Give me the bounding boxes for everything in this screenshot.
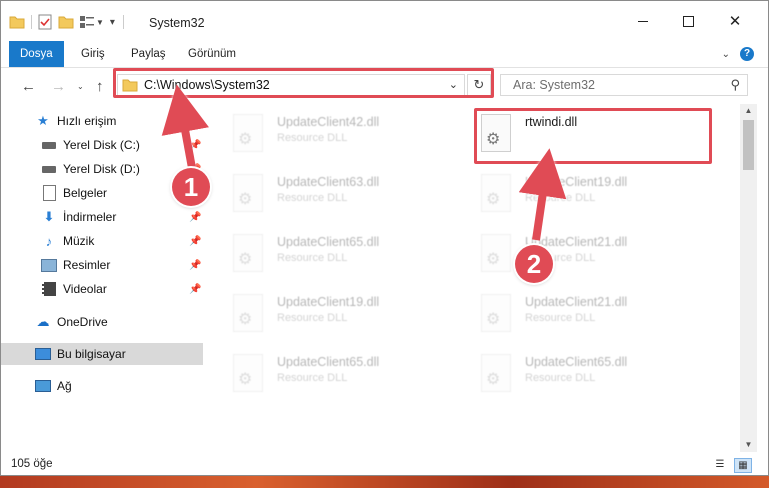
pin-icon[interactable]: 📌: [189, 212, 201, 223]
dll-file-icon: ⚙: [481, 294, 511, 332]
search-box[interactable]: ⚲: [500, 74, 748, 96]
step-1-badge: 1: [172, 168, 210, 206]
tab-share[interactable]: Paylaş: [131, 41, 166, 67]
sidebar-item-network[interactable]: Ağ: [1, 375, 203, 397]
dll-file-icon: ⚙: [233, 354, 263, 392]
status-bar: 105 öğe ☰ ▦: [1, 453, 768, 475]
pictures-icon: [41, 257, 57, 273]
file-highlight: [474, 108, 712, 164]
list-item[interactable]: ⚙ UpdateClient19.dll Resource DLL: [469, 168, 699, 216]
sidebar-item-label: Bu bilgisayar: [57, 347, 126, 361]
window-title: System32: [149, 16, 205, 30]
large-icons-view-icon[interactable]: ▦: [734, 458, 752, 473]
minimize-button[interactable]: [623, 9, 663, 33]
forward-arrow-icon[interactable]: →: [51, 78, 66, 95]
computer-icon: [35, 346, 51, 362]
list-item[interactable]: ⚙ UpdateClient63.dll Resource DLL: [221, 168, 451, 216]
folder-icon[interactable]: [9, 15, 25, 29]
drive-icon: [41, 161, 57, 177]
back-arrow-icon[interactable]: ←: [21, 78, 36, 95]
ribbon-tabs: Dosya Giriş Paylaş Görünüm ⌄ ?: [1, 41, 768, 67]
sidebar-item-label: Yerel Disk (C:): [63, 138, 140, 152]
sidebar-item-label: Videolar: [63, 282, 107, 296]
recent-locations-icon[interactable]: ⌄: [77, 82, 84, 91]
search-icon[interactable]: ⚲: [730, 77, 740, 93]
new-folder-icon[interactable]: [58, 15, 74, 29]
list-item[interactable]: ⚙ UpdateClient21.dll Resource DLL: [469, 288, 699, 336]
vertical-scrollbar[interactable]: ▲ ▼: [740, 104, 757, 452]
desktop-background: [0, 476, 769, 488]
sidebar-item-label: OneDrive: [57, 315, 108, 329]
details-view-icon[interactable]: ☰: [712, 458, 728, 471]
title-bar: ▼ ▾ System32 ✕: [1, 1, 768, 41]
tab-home[interactable]: Giriş: [81, 41, 105, 67]
pin-icon[interactable]: 📌: [189, 260, 201, 271]
list-item[interactable]: ⚙ UpdateClient65.dll Resource DLL: [221, 228, 451, 276]
close-icon: ✕: [728, 13, 742, 30]
pin-icon[interactable]: 📌: [189, 284, 201, 295]
pin-icon[interactable]: 📌: [189, 140, 201, 151]
search-input[interactable]: [511, 77, 715, 93]
customize-toolbar-icon[interactable]: ▾: [110, 17, 115, 28]
maximize-icon: [682, 15, 694, 27]
close-button[interactable]: ✕: [715, 9, 755, 33]
dll-file-icon: ⚙: [481, 354, 511, 392]
sidebar-item-label: Hızlı erişim: [57, 114, 117, 128]
sidebar-item-label: Belgeler: [63, 186, 108, 200]
view-options-icon[interactable]: [80, 16, 94, 28]
dll-file-icon: ⚙: [481, 174, 511, 212]
list-item[interactable]: ⚙ UpdateClient19.dll Resource DLL: [221, 288, 451, 336]
videos-icon: [41, 281, 57, 297]
download-icon: ⬇: [43, 209, 55, 224]
list-item[interactable]: ⚙ UpdateClient65.dll Resource DLL: [469, 348, 699, 396]
up-arrow-icon[interactable]: ↑: [96, 78, 104, 95]
properties-icon[interactable]: [38, 14, 52, 30]
tab-file[interactable]: Dosya: [9, 41, 64, 67]
dll-file-icon: ⚙: [233, 294, 263, 332]
sidebar-item-label: Resimler: [63, 258, 111, 272]
drive-icon: [41, 137, 57, 153]
item-count: 105 öğe: [11, 458, 53, 470]
dll-file-icon: ⚙: [233, 114, 263, 152]
expand-ribbon-icon[interactable]: ⌄: [722, 49, 730, 60]
ribbon-controls: ⌄ ?: [722, 47, 754, 61]
sidebar-item-label: Yerel Disk (D:): [63, 162, 140, 176]
chevron-down-icon[interactable]: ▼: [96, 18, 104, 27]
sidebar-item-this-pc[interactable]: Bu bilgisayar: [1, 343, 203, 365]
dll-file-icon: ⚙: [233, 174, 263, 212]
sidebar-item-label: Müzik: [63, 234, 95, 248]
network-icon: [35, 378, 51, 394]
scrollbar-thumb[interactable]: [743, 120, 754, 170]
scroll-down-icon[interactable]: ▼: [740, 438, 757, 452]
tab-view[interactable]: Görünüm: [188, 41, 236, 67]
documents-icon: [41, 185, 57, 201]
sidebar-item-label: Ağ: [57, 379, 72, 393]
pin-icon[interactable]: 📌: [189, 236, 201, 247]
list-item[interactable]: ⚙ UpdateClient65.dll Resource DLL: [221, 348, 451, 396]
star-icon: ★: [37, 113, 49, 128]
sidebar-item-quick-access[interactable]: ★ Hızlı erişim: [35, 110, 237, 132]
dll-file-icon: ⚙: [233, 234, 263, 272]
quick-access-toolbar: ▼ ▾: [9, 13, 124, 31]
list-item[interactable]: ⚙ UpdateClient21.dll Resource DLL: [469, 228, 699, 276]
list-item[interactable]: ⚙ UpdateClient42.dll Resource DLL: [221, 108, 451, 156]
minimize-icon: [638, 20, 648, 22]
music-icon: ♪: [45, 233, 53, 249]
cloud-icon: ☁: [36, 314, 50, 329]
sidebar-item-label: İndirmeler: [63, 210, 117, 224]
navigation-pane: ★ Hızlı erişim Yerel Disk (C:) Yerel Dis…: [1, 104, 209, 447]
help-icon[interactable]: ?: [740, 47, 754, 61]
scroll-up-icon[interactable]: ▲: [740, 104, 757, 118]
maximize-button[interactable]: [668, 9, 708, 33]
address-bar-highlight: [113, 68, 494, 98]
step-2-badge: 2: [515, 245, 553, 283]
dll-file-icon: ⚙: [481, 234, 511, 272]
sidebar-item-onedrive[interactable]: ☁ OneDrive: [1, 311, 209, 333]
